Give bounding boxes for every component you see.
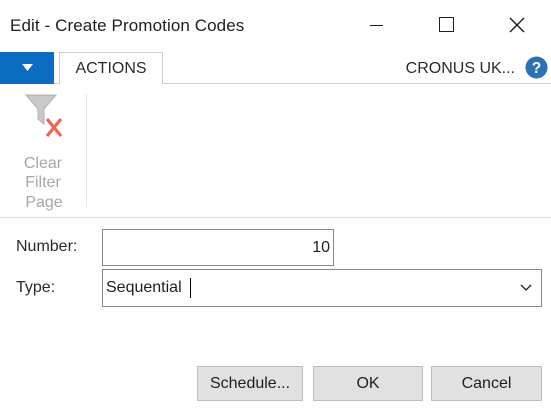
number-field[interactable]: 10 <box>102 229 334 266</box>
tab-actions[interactable]: ACTIONS <box>59 52 163 85</box>
ribbon-panel: Clear Filter Page <box>0 84 551 218</box>
number-label: Number: <box>16 238 78 255</box>
ribbon-group-divider <box>86 94 87 206</box>
dropdown-arrow-icon <box>22 64 33 71</box>
close-button[interactable] <box>480 4 550 46</box>
clear-filter-button[interactable]: Clear Filter <box>12 92 76 191</box>
maximize-icon <box>439 17 454 32</box>
type-select-value: Sequential <box>106 279 182 296</box>
window-title: Edit - Create Promotion Codes <box>10 16 245 35</box>
clear-filter-label: Clear Filter <box>23 155 63 191</box>
chevron-down-icon <box>520 284 532 291</box>
ribbon-tab-bar: ACTIONS CRONUS UK... ? <box>0 46 551 85</box>
type-label: Type: <box>16 279 56 296</box>
title-bar: Edit - Create Promotion Codes <box>0 4 551 46</box>
maximize-button[interactable] <box>410 4 480 46</box>
type-select[interactable]: Sequential <box>102 269 542 307</box>
help-icon[interactable]: ? <box>525 56 548 79</box>
svg-text:?: ? <box>532 60 541 77</box>
clear-filter-icon <box>25 94 63 138</box>
company-name[interactable]: CRONUS UK... <box>406 60 515 78</box>
app-menu-button[interactable] <box>0 52 54 84</box>
minimize-button[interactable] <box>340 4 410 46</box>
cancel-button[interactable]: Cancel <box>431 366 542 401</box>
text-cursor <box>190 278 191 298</box>
schedule-button[interactable]: Schedule... <box>197 366 303 401</box>
ok-button[interactable]: OK <box>313 366 423 401</box>
minimize-icon <box>370 25 383 26</box>
close-icon <box>509 17 525 33</box>
ribbon-group-label: Page <box>25 194 63 211</box>
